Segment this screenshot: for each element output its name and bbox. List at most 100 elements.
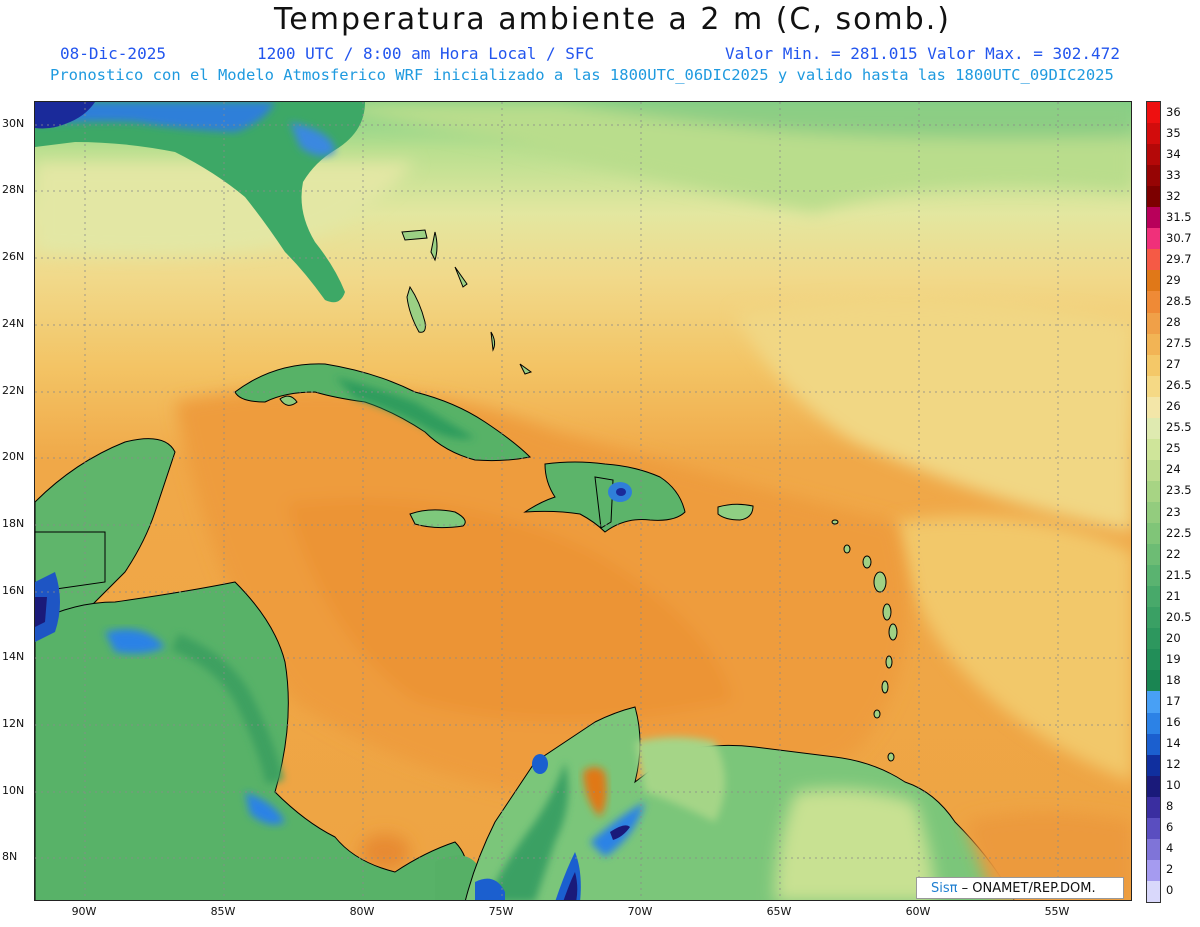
legend-label: 35 (1166, 125, 1181, 140)
legend-label: 12 (1166, 757, 1181, 772)
lon-label: 75W (488, 905, 514, 918)
legend-color-box (1147, 291, 1160, 314)
legend-label: 2 (1166, 862, 1174, 877)
legend-label: 29.7 (1166, 251, 1192, 266)
legend-color-box (1147, 754, 1160, 777)
legend-label: 33 (1166, 167, 1181, 182)
legend-label: 20.5 (1166, 609, 1192, 624)
legend-color-box (1147, 502, 1160, 524)
legend-color-box (1147, 796, 1160, 819)
legend-label: 28 (1166, 315, 1181, 330)
color-legend (1146, 101, 1161, 903)
legend-label: 32 (1166, 188, 1181, 203)
legend-color-box (1147, 775, 1160, 798)
legend-color-box (1147, 544, 1160, 566)
lon-label: 70W (627, 905, 653, 918)
legend-label: 21 (1166, 588, 1181, 603)
map-title: Temperatura ambiente a 2 m (C, somb.) (274, 2, 951, 37)
legend-color-box (1147, 270, 1160, 292)
legend-color-box (1147, 523, 1160, 545)
legend-label: 23.5 (1166, 483, 1192, 498)
lat-label: 14N (2, 650, 25, 663)
legend-color-box (1147, 312, 1160, 335)
legend-label: 14 (1166, 736, 1181, 751)
lon-label: 55W (1044, 905, 1070, 918)
legend-label: 19 (1166, 651, 1181, 666)
legend-color-box (1147, 354, 1160, 377)
legend-label: 21.5 (1166, 567, 1192, 582)
lat-label: 12N (2, 717, 25, 730)
credit-text: – ONAMET/REP.DOM. (961, 881, 1096, 896)
legend-color-box (1147, 438, 1160, 461)
legend-color-box (1147, 396, 1160, 419)
lon-label: 85W (210, 905, 236, 918)
min-max-values: Valor Min. = 281.015 Valor Max. = 302.47… (725, 44, 1120, 63)
lat-label: 22N (2, 384, 25, 397)
legend-color-box (1147, 628, 1160, 650)
lat-label: 18N (2, 517, 25, 530)
legend-color-box (1147, 333, 1160, 356)
legend-label: 8 (1166, 799, 1174, 814)
credit-box: Sisπ – ONAMET/REP.DOM. (916, 877, 1124, 899)
legend-label: 27.5 (1166, 336, 1192, 351)
legend-color-box (1147, 649, 1160, 671)
legend-color-box (1147, 186, 1160, 208)
legend-color-box (1147, 165, 1160, 187)
legend-color-box (1147, 480, 1160, 503)
legend-label: 26 (1166, 399, 1181, 414)
temperature-map (34, 101, 1132, 901)
legend-color-box (1147, 123, 1160, 145)
lon-label: 60W (905, 905, 931, 918)
model-info: Pronostico con el Modelo Atmosferico WRF… (50, 66, 1114, 84)
legend-color-box (1147, 144, 1160, 166)
legend-label: 25.5 (1166, 420, 1192, 435)
puerto-rico-land (717, 503, 754, 521)
legend-label: 26.5 (1166, 378, 1192, 393)
legend-color-box (1147, 459, 1160, 482)
legend-label: 20 (1166, 630, 1181, 645)
lat-label: 10N (2, 784, 25, 797)
legend-color-box (1147, 733, 1160, 756)
lat-label: 16N (2, 584, 25, 597)
lat-label: 8N (2, 850, 18, 863)
lon-label: 90W (71, 905, 97, 918)
legend-label: 31.5 (1166, 209, 1192, 224)
legend-color-box (1147, 691, 1160, 714)
legend-label: 0 (1166, 883, 1174, 898)
forecast-time: 1200 UTC / 8:00 am Hora Local / SFC (257, 44, 595, 63)
legend-color-box (1147, 375, 1160, 398)
legend-label: 6 (1166, 820, 1174, 835)
lon-label: 80W (349, 905, 375, 918)
lat-label: 30N (2, 117, 25, 130)
lat-label: 20N (2, 450, 25, 463)
legend-color-box (1147, 838, 1160, 861)
legend-label: 22.5 (1166, 525, 1192, 540)
legend-color-box (1147, 859, 1160, 882)
legend-label: 30.7 (1166, 230, 1192, 245)
legend-label: 29 (1166, 272, 1181, 287)
legend-label: 4 (1166, 841, 1174, 856)
legend-color-box (1147, 817, 1160, 840)
lat-label: 24N (2, 317, 25, 330)
lat-label: 26N (2, 250, 25, 263)
legend-color-box (1147, 207, 1160, 229)
legend-label: 10 (1166, 778, 1181, 793)
legend-color-box (1147, 586, 1160, 608)
legend-label: 16 (1166, 715, 1181, 730)
legend-label: 23 (1166, 504, 1181, 519)
legend-label: 27 (1166, 357, 1181, 372)
lon-label: 65W (766, 905, 792, 918)
legend-color-box (1147, 712, 1160, 735)
forecast-date: 08-Dic-2025 (60, 44, 166, 63)
legend-label: 18 (1166, 672, 1181, 687)
legend-color-box (1147, 417, 1160, 440)
legend-label: 34 (1166, 146, 1181, 161)
lat-label: 28N (2, 183, 25, 196)
legend-label: 36 (1166, 104, 1181, 119)
legend-color-box (1147, 670, 1160, 692)
legend-color-box (1147, 607, 1160, 629)
legend-label: 25 (1166, 441, 1181, 456)
legend-label: 22 (1166, 546, 1181, 561)
legend-color-box (1147, 102, 1160, 124)
legend-color-box (1147, 249, 1160, 271)
